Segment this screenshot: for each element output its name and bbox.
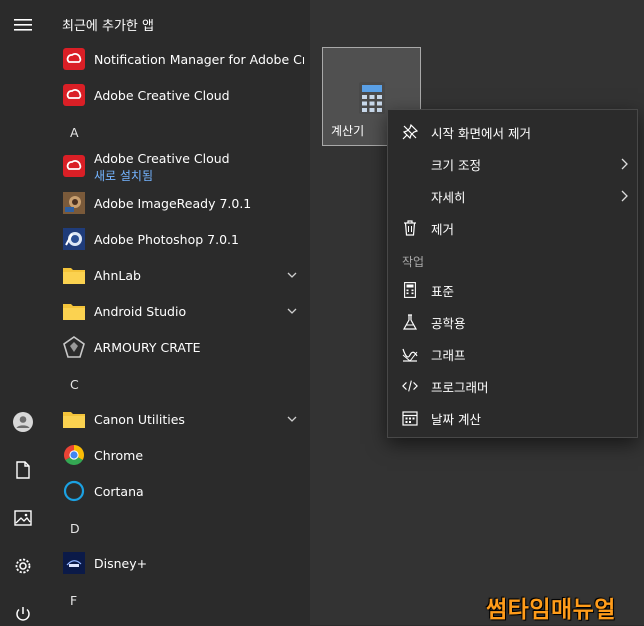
- app-row-chrome[interactable]: Chrome: [46, 437, 310, 473]
- menu-item-more[interactable]: 자세히: [388, 180, 637, 212]
- task-label: 공학용: [431, 316, 466, 331]
- app-label: Cortana: [94, 483, 144, 499]
- app-row-creative-cloud-new[interactable]: Adobe Creative Cloud 새로 설치됨: [46, 147, 310, 187]
- letter-header-d[interactable]: D: [70, 521, 80, 536]
- section-title: 최근에 추가한 앱: [62, 19, 154, 34]
- menu-item-label: 시작 화면에서 제거: [431, 126, 531, 141]
- task-programmer[interactable]: 프로그래머: [388, 370, 637, 402]
- graph-icon: [402, 346, 418, 362]
- task-date-calculation[interactable]: 날짜 계산: [388, 402, 637, 434]
- app-label: Adobe Creative Cloud: [94, 87, 230, 103]
- app-row-disney-plus[interactable]: Disney+: [46, 545, 310, 581]
- creative-cloud-icon: [62, 154, 86, 178]
- task-standard[interactable]: 표준: [388, 274, 637, 306]
- folder-icon: [62, 407, 86, 431]
- menu-item-label: 크기 조정: [431, 158, 481, 173]
- menu-item-unpin[interactable]: 시작 화면에서 제거: [388, 116, 637, 148]
- app-label: Adobe Creative Cloud: [94, 151, 230, 166]
- task-scientific[interactable]: 공학용: [388, 306, 637, 338]
- calculator-icon: [359, 82, 385, 118]
- user-icon[interactable]: [11, 410, 35, 434]
- new-install-badge: 새로 설치됨: [94, 169, 154, 183]
- app-row-android-studio[interactable]: Android Studio: [46, 293, 310, 329]
- watermark: 썸타임매뉴얼: [486, 597, 616, 623]
- menu-item-resize[interactable]: 크기 조정: [388, 148, 637, 180]
- letter-header-f[interactable]: F: [70, 593, 77, 608]
- creative-cloud-icon: [62, 83, 86, 107]
- app-list: 최근에 추가한 앱 Notification Manager for Adobe…: [46, 0, 310, 625]
- task-graphing[interactable]: 그래프: [388, 338, 637, 370]
- app-label: AhnLab: [94, 267, 141, 283]
- app-label: ARMOURY CRATE: [94, 339, 201, 355]
- trash-icon: [402, 220, 418, 236]
- app-label: Notification Manager for Adobe Cre...: [94, 51, 304, 67]
- photoshop-icon: [62, 227, 86, 251]
- code-icon: [402, 378, 418, 394]
- power-icon[interactable]: [11, 602, 35, 626]
- app-label: Adobe ImageReady 7.0.1: [94, 195, 252, 211]
- flask-icon: [402, 314, 418, 330]
- gear-icon[interactable]: [11, 554, 35, 578]
- hamburger-icon[interactable]: [11, 13, 35, 37]
- armoury-crate-icon: [62, 335, 86, 359]
- app-row-creative-cloud[interactable]: Adobe Creative Cloud: [46, 77, 310, 113]
- app-label: Adobe Photoshop 7.0.1: [94, 231, 239, 247]
- app-row-ahnlab[interactable]: AhnLab: [46, 257, 310, 293]
- task-label: 날짜 계산: [431, 412, 481, 427]
- imageready-icon: [62, 191, 86, 215]
- chevron-down-icon[interactable]: [286, 413, 298, 425]
- chrome-icon: [62, 443, 86, 467]
- tasks-header: 작업: [402, 255, 425, 269]
- task-label: 그래프: [431, 348, 466, 363]
- task-label: 표준: [431, 284, 455, 299]
- app-row-imageready[interactable]: Adobe ImageReady 7.0.1: [46, 185, 310, 221]
- app-label: Android Studio: [94, 303, 187, 319]
- letter-header-c[interactable]: C: [70, 377, 79, 392]
- document-icon[interactable]: [11, 458, 35, 482]
- app-row-armoury-crate[interactable]: ARMOURY CRATE: [46, 329, 310, 365]
- menu-item-label: 제거: [431, 222, 455, 237]
- task-label: 프로그래머: [431, 380, 489, 395]
- calculator-icon: [402, 282, 418, 298]
- app-row-cortana[interactable]: Cortana: [46, 473, 310, 509]
- disney-plus-icon: [62, 551, 86, 575]
- folder-icon: [62, 263, 86, 287]
- creative-cloud-icon: [62, 47, 86, 71]
- image-icon[interactable]: [11, 506, 35, 530]
- app-label: Chrome: [94, 447, 144, 463]
- cortana-icon: [62, 479, 86, 503]
- app-row-notification-manager[interactable]: Notification Manager for Adobe Cre...: [46, 41, 310, 77]
- calendar-icon: [402, 410, 418, 426]
- folder-icon: [62, 299, 86, 323]
- menu-item-label: 자세히: [431, 190, 466, 205]
- unpin-icon: [402, 124, 418, 140]
- menu-item-uninstall[interactable]: 제거: [388, 212, 637, 244]
- chevron-down-icon[interactable]: [286, 269, 298, 281]
- chevron-down-icon[interactable]: [286, 305, 298, 317]
- start-rail: [0, 0, 46, 625]
- app-row-canon-utilities[interactable]: Canon Utilities: [46, 401, 310, 437]
- letter-header-a[interactable]: A: [70, 125, 79, 140]
- chevron-right-icon: [621, 190, 628, 202]
- context-menu: 시작 화면에서 제거 크기 조정 자세히 제거 작업 표준 공학용 그래프 프로…: [387, 109, 638, 438]
- tile-label: 계산기: [331, 124, 365, 138]
- app-label: Disney+: [94, 555, 148, 571]
- app-row-photoshop[interactable]: Adobe Photoshop 7.0.1: [46, 221, 310, 257]
- app-label: Canon Utilities: [94, 411, 185, 427]
- chevron-right-icon: [621, 158, 628, 170]
